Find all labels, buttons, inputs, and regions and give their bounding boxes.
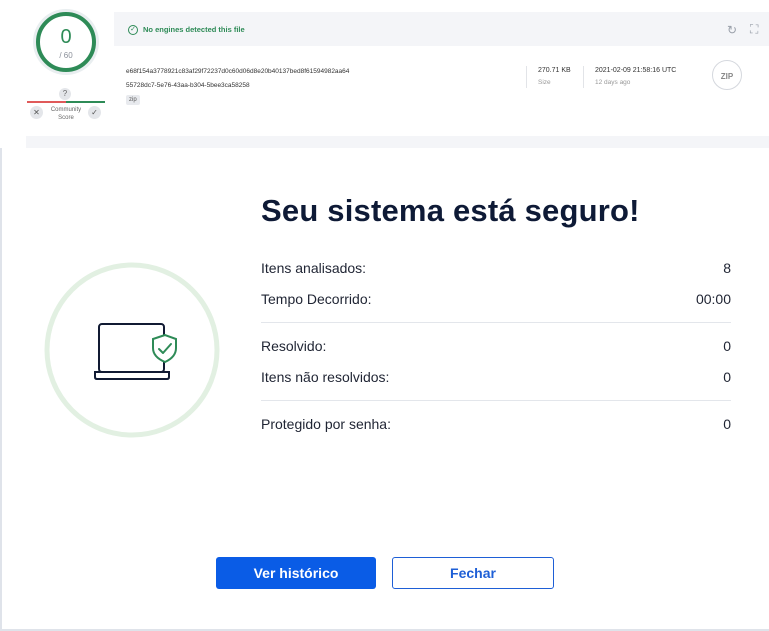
close-button[interactable]: Fechar xyxy=(392,557,554,589)
status-text: No engines detected this file xyxy=(143,25,245,34)
detection-score-panel: 0 / 60 ? ✕ Community Score ✓ xyxy=(0,0,110,140)
stat-label: Itens analisados: xyxy=(261,260,367,276)
divider xyxy=(583,66,584,88)
refresh-icon[interactable]: ↻ xyxy=(727,23,737,37)
vote-down-button[interactable]: ✕ xyxy=(30,106,43,119)
detection-count: 0 xyxy=(60,26,72,48)
status-bar: ✓ No engines detected this file ↻ ⛶ xyxy=(114,12,769,46)
stat-label: Itens não resolvidos: xyxy=(261,369,390,385)
scan-date: 2021-02-09 21:58:16 UTC xyxy=(595,67,677,74)
stat-value: 8 xyxy=(723,260,731,276)
laptop-shield-icon xyxy=(44,262,220,438)
stat-label: Tempo Decorrido: xyxy=(261,291,372,307)
help-icon[interactable]: ? xyxy=(59,88,71,100)
community-score-label: Community Score xyxy=(50,107,82,121)
view-history-button[interactable]: Ver histórico xyxy=(216,557,376,589)
stat-row-elapsed-time: Tempo Decorrido: 00:00 xyxy=(261,283,731,314)
graph-icon[interactable]: ⛶ xyxy=(750,22,758,37)
divider xyxy=(261,322,731,323)
stat-value: 0 xyxy=(723,416,731,432)
file-tag[interactable]: zip xyxy=(126,95,140,105)
stat-value: 00:00 xyxy=(695,291,731,307)
vote-up-button[interactable]: ✓ xyxy=(88,106,101,119)
page-title: Seu sistema está seguro! xyxy=(261,193,640,228)
stat-label: Protegido por senha: xyxy=(261,416,391,432)
background-page-edge xyxy=(26,136,769,148)
file-size-label: Size xyxy=(538,79,551,86)
scan-result-dialog: Seu sistema está seguro! Itens analisado… xyxy=(0,148,769,631)
zip-file-icon: ZIP xyxy=(712,60,742,90)
background-file-report: 0 / 60 ? ✕ Community Score ✓ ✓ No engine… xyxy=(0,0,769,148)
detection-score-ring: 0 / 60 xyxy=(36,12,96,72)
window: 0 / 60 ? ✕ Community Score ✓ ✓ No engine… xyxy=(0,0,769,631)
stat-row-resolved: Resolvido: 0 xyxy=(261,330,731,361)
scan-date-ago: 12 days ago xyxy=(595,79,631,86)
divider xyxy=(261,400,731,401)
file-size: 270.71 KB xyxy=(538,67,571,74)
community-score-bar xyxy=(27,101,105,103)
stat-row-items-scanned: Itens analisados: 8 xyxy=(261,252,731,283)
file-name: 55728dc7-5e76-43aa-b304-5bee3ca58258 xyxy=(126,82,250,89)
file-details: e68f154a3778921c83af29f72237d0c60d06d8e2… xyxy=(114,46,769,136)
stat-row-password-protected: Protegido por senha: 0 xyxy=(261,408,731,439)
engine-total: / 60 xyxy=(59,51,73,60)
stat-value: 0 xyxy=(723,369,731,385)
file-hash: e68f154a3778921c83af29f72237d0c60d06d8e2… xyxy=(126,68,350,75)
scan-stats: Itens analisados: 8 Tempo Decorrido: 00:… xyxy=(261,252,731,439)
file-summary-card: ✓ No engines detected this file ↻ ⛶ e68f… xyxy=(114,12,769,136)
stat-value: 0 xyxy=(723,338,731,354)
check-circle-icon: ✓ xyxy=(128,25,138,35)
stat-label: Resolvido: xyxy=(261,338,327,354)
stat-row-unresolved: Itens não resolvidos: 0 xyxy=(261,361,731,392)
divider xyxy=(526,66,527,88)
